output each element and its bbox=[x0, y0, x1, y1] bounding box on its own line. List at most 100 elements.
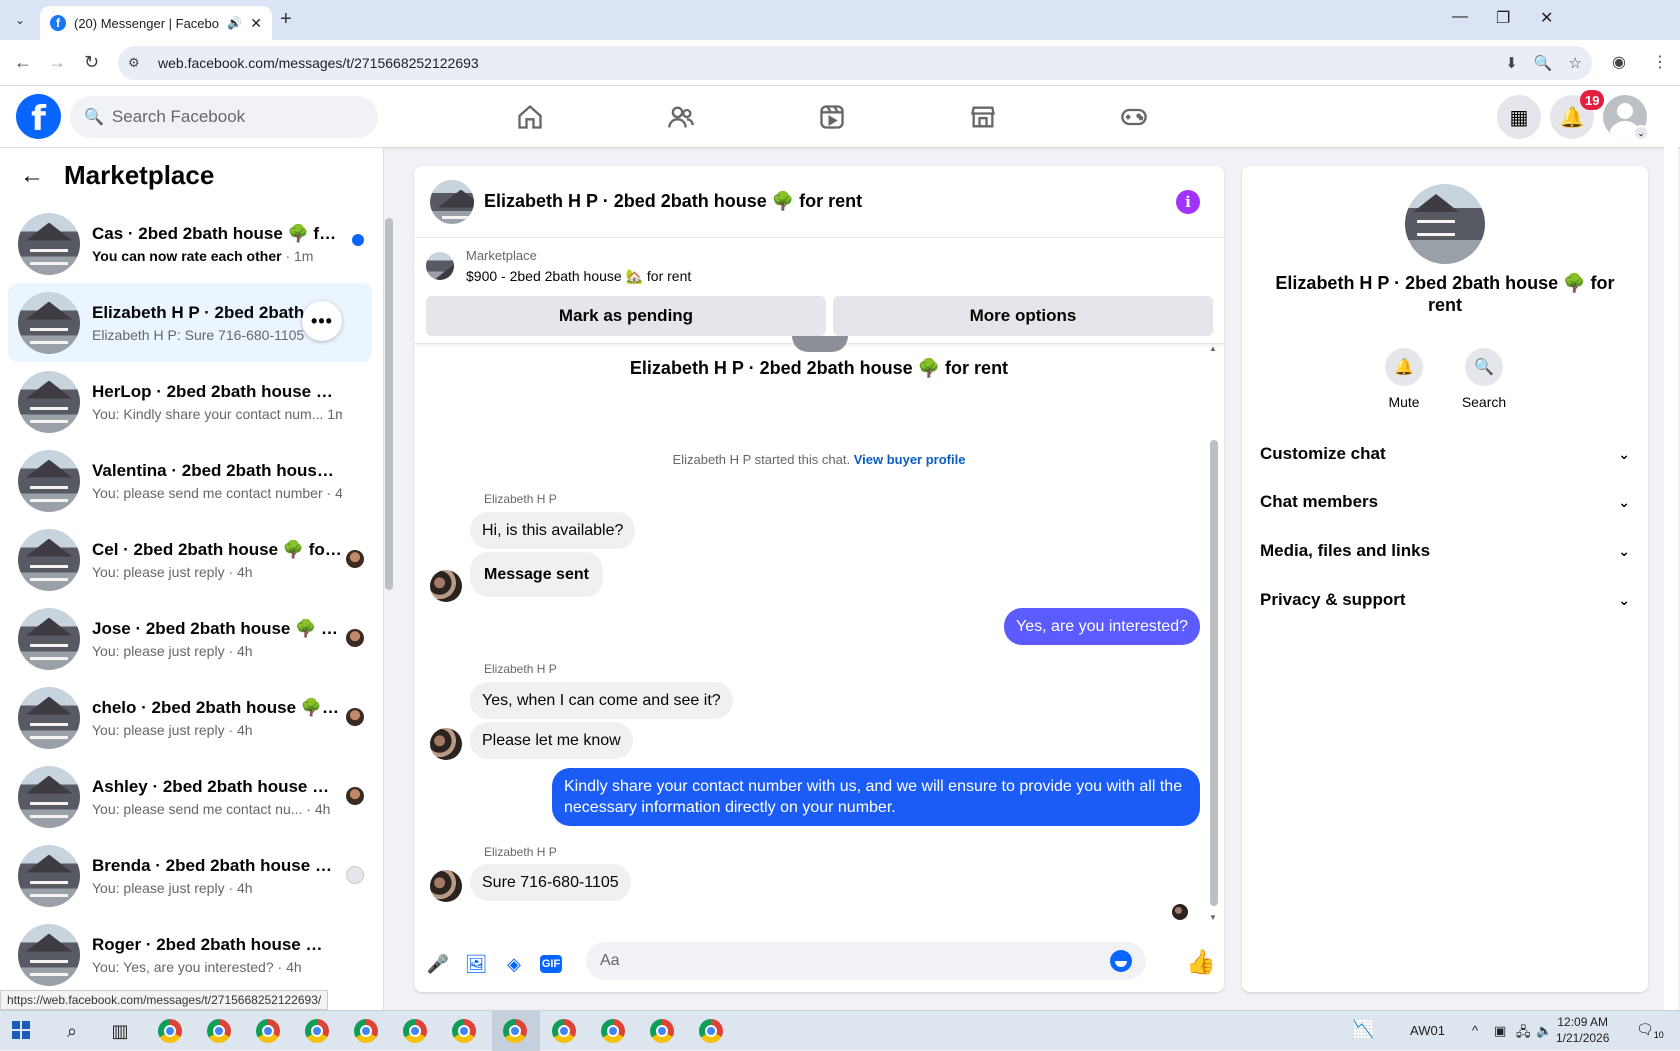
friends-icon[interactable] bbox=[664, 100, 698, 134]
scroll-up-icon[interactable]: ▲ bbox=[1209, 344, 1217, 353]
sender-avatar[interactable] bbox=[430, 870, 462, 902]
zoom-icon[interactable]: 🔍 bbox=[1534, 54, 1553, 72]
tab-close-icon[interactable]: ✕ bbox=[250, 15, 262, 32]
chat-avatar[interactable] bbox=[430, 179, 474, 224]
conversation-item[interactable]: chelo · 2bed 2bath house 🌳 f... You: ple… bbox=[8, 678, 372, 757]
account-chevron-icon[interactable]: ⌄ bbox=[1633, 125, 1649, 141]
gaming-icon[interactable] bbox=[1117, 100, 1151, 134]
search-action[interactable]: 🔍 Search bbox=[1444, 348, 1524, 410]
mute-action[interactable]: 🔔 Mute bbox=[1364, 348, 1444, 410]
tray-label[interactable]: AW01 bbox=[1410, 1023, 1445, 1038]
chrome-icon[interactable] bbox=[354, 1019, 378, 1043]
windows-start-icon[interactable] bbox=[12, 1021, 30, 1039]
video-icon[interactable] bbox=[815, 100, 849, 134]
chrome-icon[interactable] bbox=[403, 1019, 427, 1043]
scroll-down-icon[interactable]: ▼ bbox=[1209, 913, 1217, 922]
meet-icon[interactable]: ▣ bbox=[1494, 1023, 1506, 1039]
sidebar-scrollbar[interactable] bbox=[383, 202, 393, 1008]
view-buyer-profile-link[interactable]: View buyer profile bbox=[854, 452, 966, 467]
search-icon[interactable]: ⌕ bbox=[60, 1019, 84, 1043]
message-input[interactable]: Aa bbox=[586, 942, 1146, 980]
conversation-item[interactable]: Valentina · 2bed 2bath house 🌳... You: p… bbox=[8, 441, 372, 520]
chrome-icon[interactable] bbox=[601, 1019, 625, 1043]
sender-avatar[interactable] bbox=[430, 728, 462, 760]
bookmark-star-icon[interactable]: ☆ bbox=[1569, 54, 1582, 72]
section-privacy-support[interactable]: Privacy & support ⌄ bbox=[1260, 580, 1630, 620]
system-clock[interactable]: 12:09 AM 1/21/2026 bbox=[1556, 1014, 1609, 1046]
restore-icon[interactable]: ❐ bbox=[1496, 8, 1510, 28]
message-bubble[interactable]: Hi, is this available? bbox=[470, 512, 636, 549]
tab-search-chevron-icon[interactable]: ⌄ bbox=[8, 8, 32, 32]
browser-tab[interactable]: f (20) Messenger | Facebook 🔊 ✕ bbox=[40, 6, 272, 40]
search-icon[interactable]: 🔍 bbox=[1465, 348, 1503, 386]
minimize-icon[interactable]: — bbox=[1452, 8, 1468, 26]
section-customize-chat[interactable]: Customize chat ⌄ bbox=[1260, 434, 1630, 474]
conversation-item[interactable]: Roger · 2bed 2bath house 🌳 for... You: Y… bbox=[8, 915, 372, 994]
forward-icon[interactable]: → bbox=[48, 52, 66, 73]
chrome-icon[interactable] bbox=[158, 1019, 182, 1043]
outgoing-message-bubble[interactable]: Kindly share your contact number with us… bbox=[552, 768, 1200, 826]
chrome-icon[interactable] bbox=[452, 1019, 476, 1043]
chrome-icon[interactable] bbox=[256, 1019, 280, 1043]
window-close-icon[interactable]: ✕ bbox=[1540, 8, 1553, 28]
emoji-icon[interactable] bbox=[1110, 950, 1132, 972]
chrome-icon[interactable] bbox=[699, 1019, 723, 1043]
message-bubble[interactable]: Please let me know bbox=[470, 722, 633, 759]
chrome-icon[interactable] bbox=[552, 1019, 576, 1043]
chrome-icon[interactable] bbox=[650, 1019, 674, 1043]
sidebar-scroll-thumb[interactable] bbox=[385, 218, 393, 590]
chrome-icon[interactable] bbox=[207, 1019, 231, 1043]
microphone-icon[interactable]: 🎤 bbox=[426, 952, 450, 976]
conversation-more-options-button[interactable]: ••• bbox=[302, 301, 342, 341]
conversation-item-active[interactable]: Elizabeth H P · 2bed 2bath ho... Elizabe… bbox=[8, 283, 372, 362]
task-view-icon[interactable]: ▥ bbox=[108, 1019, 132, 1043]
chat-scrollbar[interactable]: ▲ ▼ bbox=[1208, 344, 1220, 922]
sticker-icon[interactable]: ◈ bbox=[502, 952, 526, 976]
chrome-icon[interactable] bbox=[305, 1019, 329, 1043]
conversation-item[interactable]: Cel · 2bed 2bath house 🌳 for ... You: pl… bbox=[8, 520, 372, 599]
reload-icon[interactable]: ↻ bbox=[84, 52, 99, 73]
gif-icon[interactable]: GIF bbox=[540, 955, 562, 973]
like-thumbs-up-icon[interactable]: 👍 bbox=[1186, 948, 1216, 977]
outgoing-message-bubble[interactable]: Yes, are you interested? bbox=[1004, 608, 1200, 645]
site-info-icon[interactable]: ⚙ bbox=[128, 55, 146, 71]
mark-as-pending-button[interactable]: Mark as pending bbox=[426, 296, 826, 336]
install-app-icon[interactable]: ⬇ bbox=[1505, 54, 1518, 72]
stock-app-icon[interactable]: 📉 bbox=[1352, 1019, 1374, 1040]
speaker-icon[interactable]: 🔊 bbox=[227, 16, 242, 30]
network-icon[interactable]: 🖧 bbox=[1516, 1023, 1531, 1045]
listing-title[interactable]: $900 - 2bed 2bath house 🏡 for rent bbox=[466, 268, 691, 285]
page-scrollbar[interactable] bbox=[1664, 88, 1678, 1010]
sender-avatar[interactable] bbox=[430, 570, 462, 602]
section-chat-members[interactable]: Chat members ⌄ bbox=[1260, 482, 1630, 522]
volume-icon[interactable]: 🔈 bbox=[1536, 1023, 1552, 1039]
chrome-icon[interactable] bbox=[503, 1019, 527, 1043]
profile-icon[interactable]: ◉ bbox=[1612, 52, 1626, 72]
home-icon[interactable] bbox=[513, 100, 547, 134]
marketplace-icon[interactable] bbox=[966, 100, 1000, 134]
message-bubble[interactable]: Yes, when I can come and see it? bbox=[470, 682, 733, 719]
photo-icon[interactable]: 🖼 bbox=[464, 952, 488, 976]
notification-center-icon[interactable]: 🗨10 bbox=[1636, 1021, 1664, 1040]
conversation-item[interactable]: HerLop · 2bed 2bath house 🌳 f... You: Ki… bbox=[8, 362, 372, 441]
facebook-search-input[interactable]: 🔍 Search Facebook bbox=[70, 96, 378, 138]
back-arrow-icon[interactable]: ← bbox=[20, 162, 44, 190]
section-media-files-links[interactable]: Media, files and links ⌄ bbox=[1260, 531, 1630, 571]
facebook-logo-icon[interactable]: f bbox=[16, 94, 61, 139]
listing-thumbnail[interactable] bbox=[426, 252, 454, 280]
info-avatar[interactable] bbox=[1405, 184, 1485, 264]
conversation-item[interactable]: Jose · 2bed 2bath house 🌳 fo... You: ple… bbox=[8, 599, 372, 678]
message-bubble[interactable]: Sure 716-680-1105 bbox=[470, 864, 631, 901]
message-bubble[interactable]: Message sent bbox=[470, 552, 603, 597]
url-field[interactable]: ⚙ web.facebook.com/messages/t/2715668252… bbox=[118, 46, 1592, 80]
menu-grid-icon[interactable]: ▦ bbox=[1497, 95, 1541, 139]
chat-title[interactable]: Elizabeth H P · 2bed 2bath house 🌳 for r… bbox=[484, 191, 862, 212]
conversation-item[interactable]: Ashley · 2bed 2bath house 🌳 ... You: ple… bbox=[8, 757, 372, 836]
info-icon[interactable]: i bbox=[1176, 190, 1200, 214]
more-options-button[interactable]: More options bbox=[833, 296, 1213, 336]
back-icon[interactable]: ← bbox=[14, 52, 32, 73]
browser-menu-icon[interactable]: ⋮ bbox=[1652, 52, 1668, 72]
chat-scroll-thumb[interactable] bbox=[1210, 440, 1218, 906]
conversation-item[interactable]: Brenda · 2bed 2bath house 🌳... You: plea… bbox=[8, 836, 372, 915]
tray-chevron-icon[interactable]: ^ bbox=[1472, 1023, 1478, 1038]
